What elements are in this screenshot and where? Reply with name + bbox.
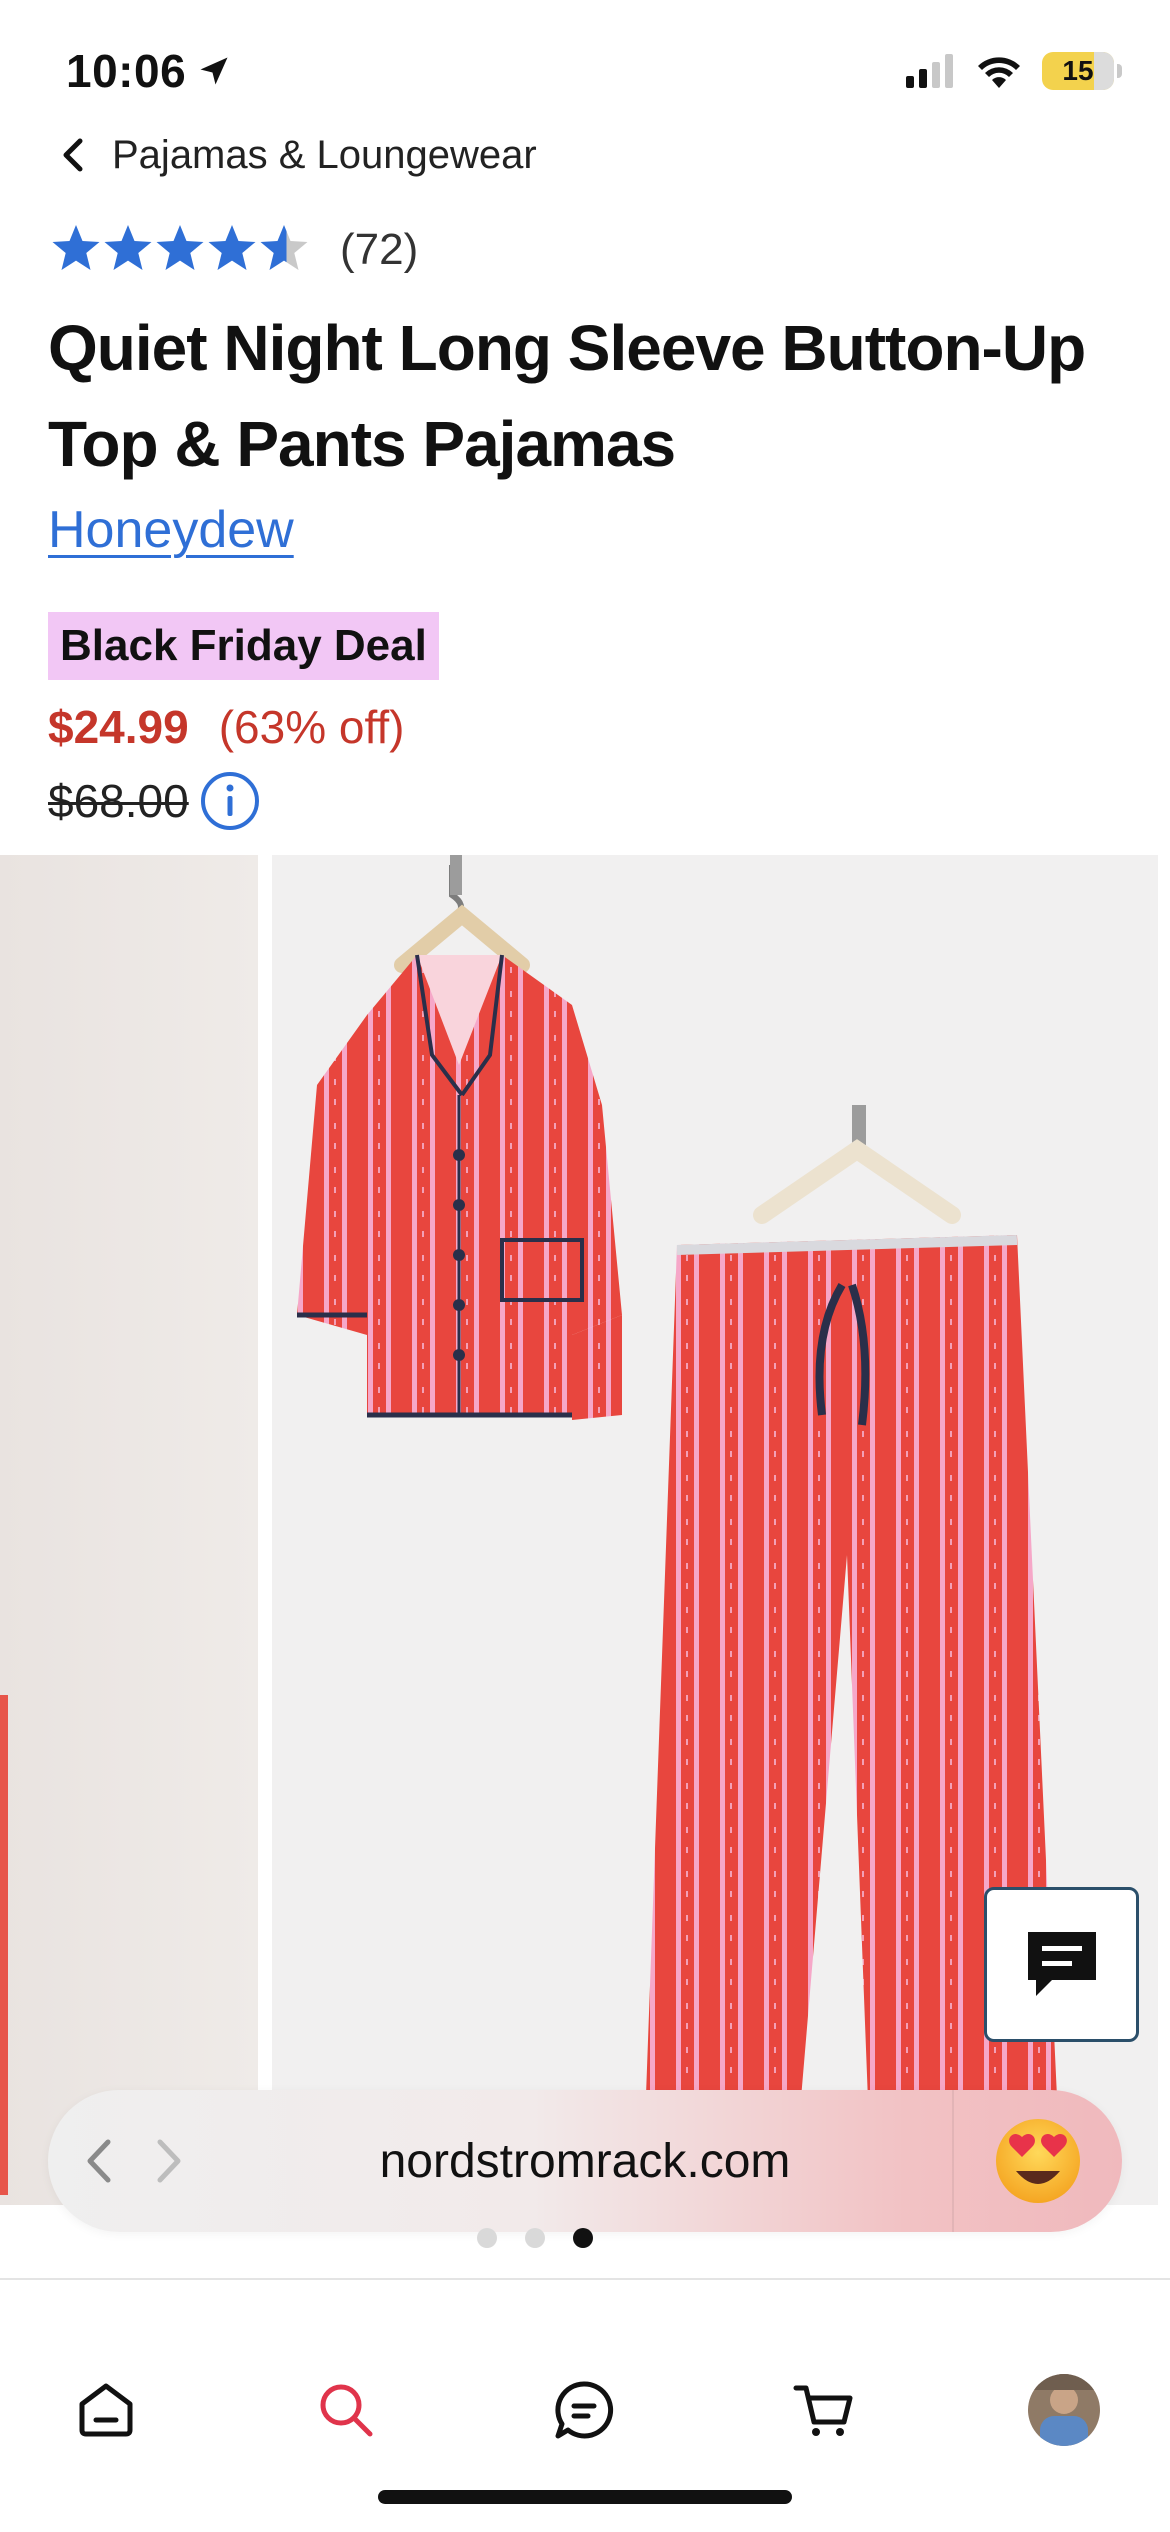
original-price-row: $68.00 xyxy=(48,770,261,832)
tab-home[interactable] xyxy=(66,2370,146,2450)
deal-badge: Black Friday Deal xyxy=(48,612,439,680)
previous-image-graphic xyxy=(0,1695,8,2195)
wifi-icon xyxy=(978,57,1020,88)
discount-percent: (63% off) xyxy=(218,701,405,753)
chevron-left-icon[interactable] xyxy=(60,137,86,173)
heart-eyes-emoji-icon xyxy=(996,2119,1080,2203)
browser-address-bar[interactable]: nordstromrack.com xyxy=(48,2090,1122,2232)
previous-product-image[interactable] xyxy=(0,855,258,2205)
carousel-dot[interactable] xyxy=(477,2228,497,2248)
cart-icon xyxy=(793,2385,853,2436)
divider xyxy=(0,2278,1170,2280)
carousel-dot[interactable] xyxy=(525,2228,545,2248)
carousel-dot-active[interactable] xyxy=(573,2228,593,2248)
carousel-indicators[interactable] xyxy=(0,2228,1170,2248)
tab-messages[interactable] xyxy=(544,2370,624,2450)
price-row: $24.99 (63% off) xyxy=(48,700,405,754)
home-icon xyxy=(79,2383,133,2437)
tab-search[interactable] xyxy=(306,2370,386,2450)
tab-cart[interactable] xyxy=(784,2370,864,2450)
info-icon[interactable] xyxy=(199,770,261,832)
status-bar: 10:06 15 xyxy=(0,0,1170,140)
status-indicators: 15 xyxy=(906,52,1122,90)
location-arrow-icon xyxy=(200,57,228,85)
product-title: Quiet Night Long Sleeve Button-Up Top & … xyxy=(48,312,1086,480)
star-rating-icon xyxy=(52,225,308,270)
search-icon xyxy=(320,2384,373,2437)
chat-icon xyxy=(1027,1931,1096,1996)
product-rating[interactable]: (72) xyxy=(50,222,418,278)
avatar-icon xyxy=(1028,2374,1100,2446)
breadcrumb[interactable]: Pajamas & Loungewear xyxy=(60,125,537,185)
sale-price: $24.99 xyxy=(48,701,189,753)
review-count[interactable]: (72) xyxy=(340,225,418,275)
tab-profile[interactable] xyxy=(1024,2370,1104,2450)
cellular-signal-icon xyxy=(906,54,953,88)
chat-bubble-icon xyxy=(555,2381,614,2439)
battery-level: 15 xyxy=(1062,55,1094,86)
brand-link[interactable]: Honeydew xyxy=(48,500,294,560)
status-time: 10:06 xyxy=(66,44,232,98)
battery-icon: 15 xyxy=(1042,52,1122,90)
home-indicator xyxy=(378,2490,792,2504)
breadcrumb-label[interactable]: Pajamas & Loungewear xyxy=(112,133,537,178)
chat-button[interactable] xyxy=(984,1887,1139,2042)
clock-text: 10:06 xyxy=(66,45,187,97)
original-price: $68.00 xyxy=(48,775,189,827)
extension-button[interactable] xyxy=(952,2090,1122,2232)
